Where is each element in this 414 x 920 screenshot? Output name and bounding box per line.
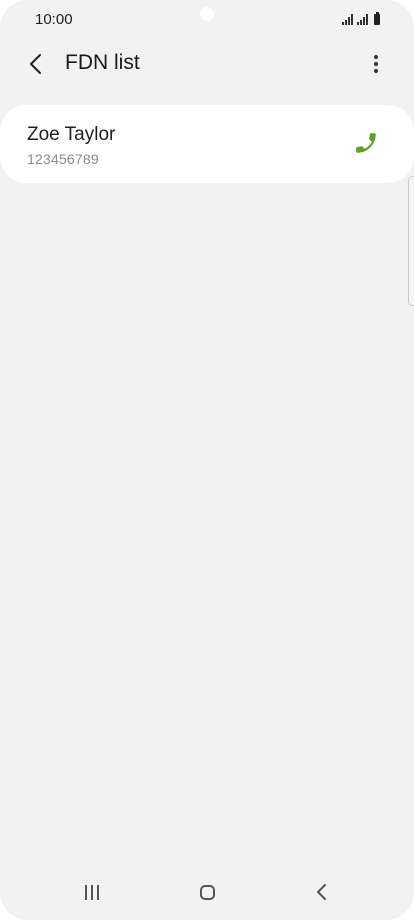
signal-icon bbox=[342, 14, 354, 25]
recents-icon bbox=[85, 884, 88, 900]
contact-number: 123456789 bbox=[27, 151, 99, 167]
nav-back-button[interactable] bbox=[310, 880, 334, 904]
battery-icon bbox=[374, 12, 380, 25]
status-icons bbox=[342, 12, 380, 25]
contact-name: Zoe Taylor bbox=[27, 124, 116, 145]
more-vertical-icon bbox=[374, 55, 378, 73]
front-camera bbox=[200, 7, 214, 21]
phone-icon bbox=[356, 133, 376, 153]
navigation-bar bbox=[0, 864, 414, 920]
recents-button[interactable] bbox=[80, 880, 104, 904]
chevron-left-icon bbox=[30, 54, 41, 74]
more-options-button[interactable] bbox=[360, 48, 392, 80]
scroll-handle[interactable] bbox=[408, 176, 414, 306]
signal-icon bbox=[357, 14, 369, 25]
contact-card[interactable]: Zoe Taylor 123456789 bbox=[0, 105, 414, 183]
back-button[interactable] bbox=[20, 48, 52, 80]
status-time: 10:00 bbox=[35, 11, 73, 28]
home-button[interactable] bbox=[195, 880, 219, 904]
page-title: FDN list bbox=[65, 51, 140, 74]
home-icon bbox=[199, 884, 215, 900]
call-button[interactable] bbox=[350, 127, 382, 159]
app-bar: FDN list bbox=[0, 40, 414, 88]
back-icon bbox=[317, 884, 326, 900]
phone-screen: 10:00 FDN list Zoe Taylor 123456789 bbox=[0, 0, 414, 920]
status-bar: 10:00 bbox=[0, 0, 414, 40]
